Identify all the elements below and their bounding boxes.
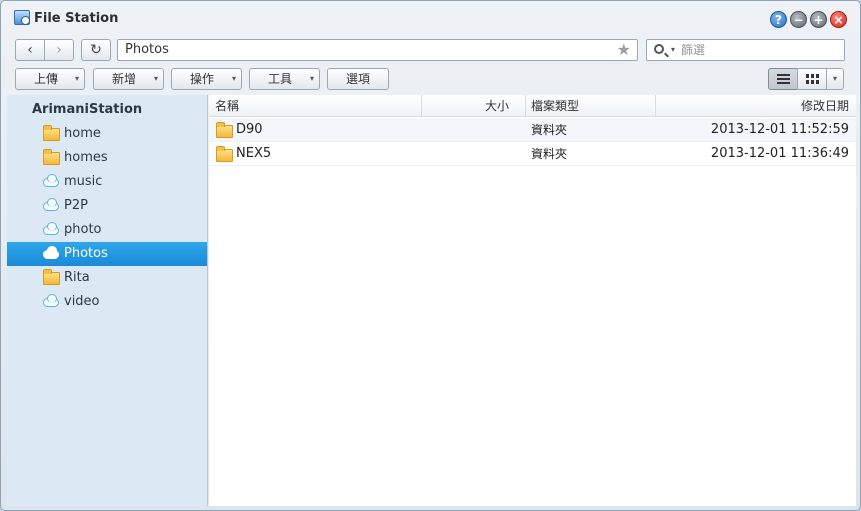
file-name: D90 (236, 122, 263, 137)
tools-button[interactable]: 工具 ▾ (249, 68, 320, 90)
title-bar[interactable]: File Station ? − + × (1, 1, 860, 37)
file-station-icon (14, 10, 30, 25)
chevron-down-icon: ▾ (153, 74, 158, 83)
table-row[interactable]: NEX5 資料夾 2013-12-01 11:36:49 (209, 142, 856, 166)
sidebar-item-video[interactable]: video (7, 290, 207, 314)
cloud-icon (43, 174, 59, 187)
sidebar-item-label: music (64, 174, 103, 189)
chevron-down-icon: ▾ (231, 74, 236, 83)
tree-root-server[interactable]: ArimaniStation (32, 102, 142, 117)
path-text: Photos (125, 42, 169, 57)
action-button[interactable]: 操作 ▾ (171, 68, 242, 90)
file-list: 名稱 大小 檔案類型 修改日期 D90 資料夾 2013-12-01 11:52… (209, 95, 856, 506)
sidebar-item-label: video (64, 294, 100, 309)
sidebar-item-music[interactable]: music (7, 170, 207, 194)
folder-icon (43, 125, 60, 141)
minimize-button[interactable]: − (790, 11, 807, 28)
sidebar-item-photos[interactable]: Photos (7, 242, 207, 266)
folder-icon (43, 149, 60, 165)
grid-view-icon (806, 74, 819, 84)
file-type: 資料夾 (531, 147, 568, 161)
folder-icon (216, 146, 233, 162)
sidebar-item-label: Photos (64, 246, 108, 261)
column-header-size[interactable]: 大小 (421, 95, 509, 117)
star-icon[interactable]: ★ (617, 40, 631, 60)
help-button[interactable]: ? (770, 11, 787, 28)
sidebar-item-p2p[interactable]: P2P (7, 194, 207, 218)
refresh-button[interactable]: ↻ (81, 39, 111, 61)
thumbnail-view-button[interactable] (797, 68, 827, 90)
view-options-dropdown[interactable]: ▾ (826, 68, 844, 90)
chevron-down-icon: ▾ (74, 74, 79, 83)
navigation-bar: ‹ › ↻ Photos ★ ▾ 篩選 (1, 37, 860, 63)
forward-button[interactable]: › (44, 39, 74, 61)
search-icon[interactable] (654, 44, 664, 54)
toolbar: 上傳 ▾ 新增 ▾ 操作 ▾ 工具 ▾ 選項 ▾ (1, 67, 860, 92)
back-button[interactable]: ‹ (15, 39, 45, 61)
table-row[interactable]: D90 資料夾 2013-12-01 11:52:59 (209, 118, 856, 142)
column-header-row: 名稱 大小 檔案類型 修改日期 (209, 95, 856, 117)
settings-button[interactable]: 選項 (327, 68, 389, 90)
sidebar-item-label: home (64, 126, 101, 141)
tools-label: 工具 (267, 72, 292, 86)
close-button[interactable]: × (830, 11, 847, 28)
search-placeholder: 篩選 (681, 43, 706, 57)
sidebar: ArimaniStation home homes music P2P phot… (7, 95, 208, 506)
upload-button[interactable]: 上傳 ▾ (15, 68, 85, 90)
search-input[interactable]: ▾ 篩選 (646, 39, 845, 61)
cloud-icon (43, 294, 59, 307)
sidebar-item-label: photo (64, 222, 102, 237)
folder-icon (216, 122, 233, 138)
maximize-button[interactable]: + (810, 11, 827, 28)
file-name: NEX5 (236, 146, 272, 161)
create-label: 新增 (111, 72, 136, 86)
upload-label: 上傳 (33, 72, 58, 86)
action-label: 操作 (189, 72, 214, 86)
chevron-down-icon[interactable]: ▾ (671, 40, 675, 60)
file-modified: 2013-12-01 11:36:49 (710, 146, 849, 161)
cloud-icon (43, 198, 59, 211)
chevron-down-icon: ▾ (309, 74, 314, 83)
file-type: 資料夾 (531, 123, 568, 137)
sidebar-item-label: P2P (64, 198, 88, 213)
cloud-icon (43, 222, 59, 235)
sidebar-item-home[interactable]: home (7, 122, 207, 146)
sidebar-item-rita[interactable]: Rita (7, 266, 207, 290)
sidebar-item-photo[interactable]: photo (7, 218, 207, 242)
list-view-button[interactable] (768, 68, 798, 90)
path-field[interactable]: Photos ★ (117, 39, 638, 61)
create-button[interactable]: 新增 ▾ (93, 68, 164, 90)
sidebar-item-homes[interactable]: homes (7, 146, 207, 170)
folder-icon (43, 269, 60, 285)
settings-label: 選項 (345, 72, 370, 86)
column-header-type[interactable]: 檔案類型 (525, 95, 655, 117)
file-modified: 2013-12-01 11:52:59 (710, 122, 849, 137)
sidebar-item-label: Rita (64, 270, 90, 285)
column-header-name[interactable]: 名稱 (215, 95, 239, 117)
list-view-icon (777, 74, 790, 84)
window-title: File Station (34, 11, 119, 26)
cloud-icon (43, 246, 59, 259)
file-station-window: File Station ? − + × ‹ › ↻ Photos ★ ▾ 篩選… (0, 0, 861, 511)
column-header-modified[interactable]: 修改日期 (655, 95, 849, 117)
sidebar-item-label: homes (64, 150, 108, 165)
